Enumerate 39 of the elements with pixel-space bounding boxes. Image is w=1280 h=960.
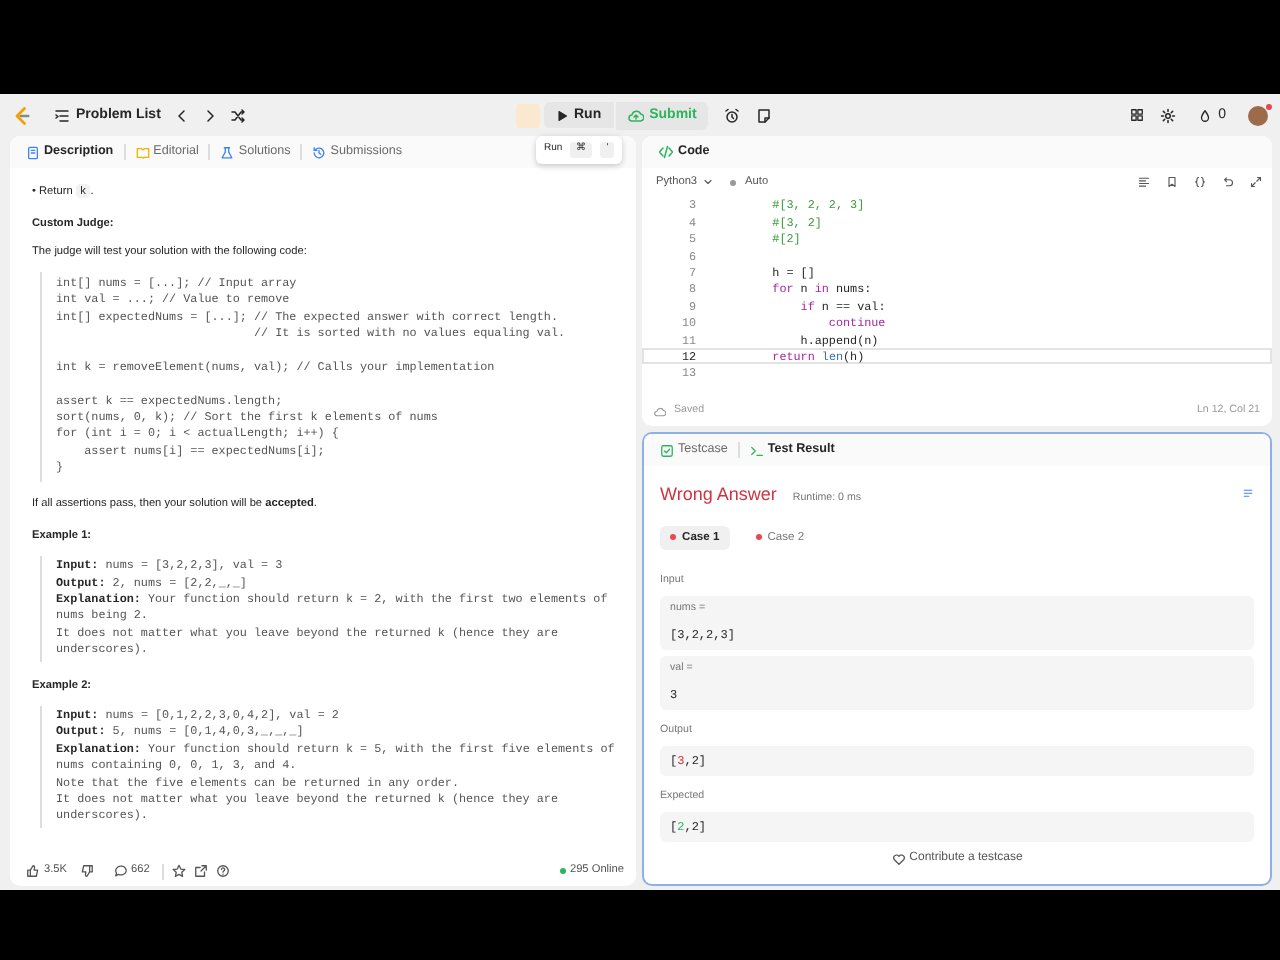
code-icon (658, 144, 675, 160)
history-icon (312, 145, 327, 159)
checkbox-icon (660, 443, 675, 457)
drop-icon (1198, 107, 1213, 123)
grid-icon[interactable] (1130, 108, 1145, 122)
online-dot (559, 867, 566, 874)
document-icon (26, 145, 40, 159)
bookmark-icon[interactable] (1166, 176, 1178, 189)
format-icon[interactable] (1138, 176, 1150, 189)
braces-icon[interactable] (1194, 176, 1206, 189)
settings-icon[interactable] (1160, 107, 1177, 123)
book-icon (135, 145, 150, 159)
terminal-icon (749, 443, 764, 457)
share-icon[interactable] (193, 864, 208, 878)
previous-icon[interactable] (174, 107, 191, 123)
notification-dot (1266, 103, 1272, 109)
heart-icon (891, 851, 906, 866)
flask-icon (220, 145, 235, 159)
verdict-text: Wrong Answer (660, 482, 777, 508)
logo-icon[interactable] (12, 105, 32, 125)
undo-icon[interactable] (1222, 176, 1234, 189)
star-icon[interactable] (171, 864, 186, 878)
help-icon[interactable] (215, 864, 230, 878)
thumbs-down-icon[interactable] (79, 864, 94, 878)
thumbs-up-icon (26, 863, 40, 878)
shuffle-icon[interactable] (230, 107, 247, 123)
comment-icon (113, 863, 128, 878)
avatar[interactable] (1248, 105, 1268, 125)
play-icon (556, 109, 568, 121)
next-icon[interactable] (202, 107, 219, 123)
cloud-icon (654, 406, 667, 419)
note-icon[interactable] (756, 107, 773, 123)
notes-icon[interactable] (1242, 488, 1254, 500)
caret-icon (701, 176, 714, 189)
cloud-upload-icon (627, 107, 644, 123)
list-icon (54, 107, 70, 123)
expand-icon[interactable] (1250, 176, 1262, 189)
mode-dot (729, 179, 736, 186)
alarm-clock-icon[interactable] (724, 107, 741, 123)
